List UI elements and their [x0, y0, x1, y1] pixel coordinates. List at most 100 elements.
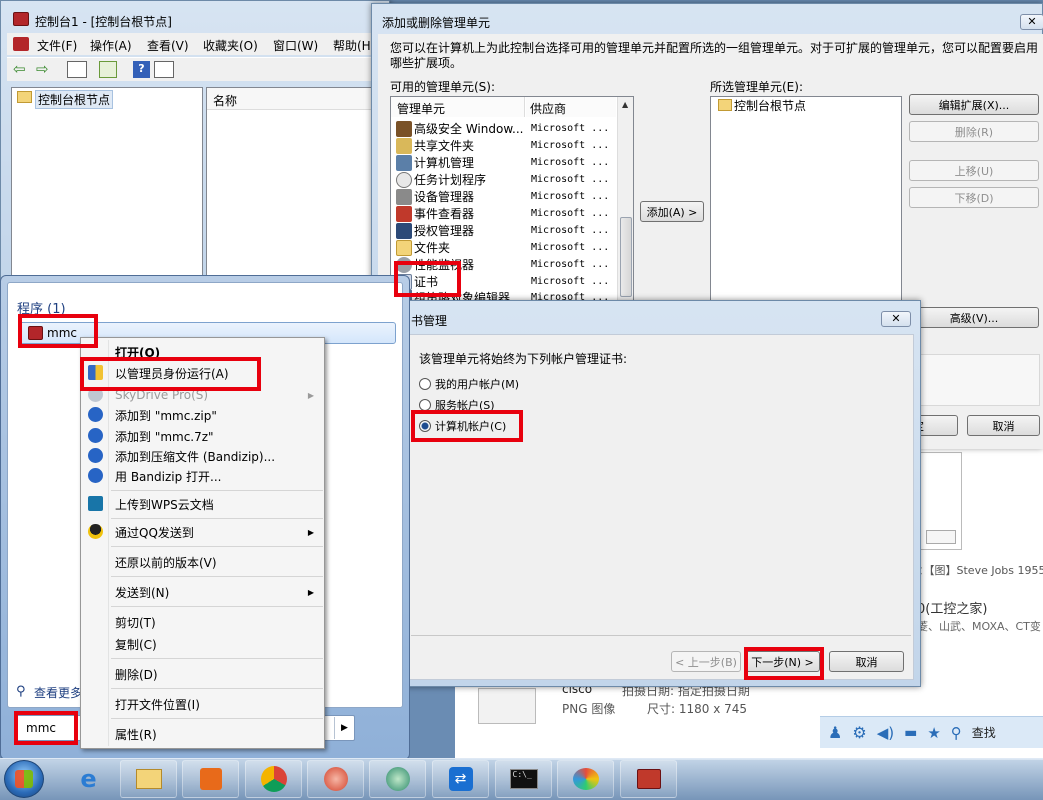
shared-folder-icon [396, 137, 412, 154]
taskbar-media[interactable] [182, 760, 239, 798]
menu-favorites[interactable]: 收藏夹(O) [203, 37, 258, 54]
menu-help[interactable]: 帮助(H) [333, 37, 375, 54]
taskbar-app-globe[interactable] [369, 760, 426, 798]
radio-circle[interactable] [419, 378, 431, 390]
teamviewer-icon: ⇄ [448, 767, 473, 791]
scroll-up-icon[interactable]: ▲ [622, 100, 628, 109]
radio-label: 计算机帐户(C) [435, 420, 507, 433]
col-header-vendor[interactable]: 供应商 [526, 97, 616, 117]
col-header-snapin[interactable]: 管理单元 [391, 97, 525, 117]
scroll-thumb[interactable] [620, 217, 632, 297]
see-more-link[interactable]: 查看更多 [34, 684, 80, 701]
taskbar-chrome[interactable] [245, 760, 302, 798]
taskbar-cmd[interactable]: C:\_ [495, 760, 552, 798]
menu-restore-previous[interactable]: 还原以前的版本(V) [81, 552, 324, 572]
menu-open-with-bandizip[interactable]: 用 Bandizip 打开... [81, 466, 324, 486]
list-header-name[interactable]: 名称 [207, 88, 391, 110]
radio-computer-account[interactable]: 计算机帐户(C) [419, 418, 506, 434]
cert-prompt: 该管理单元将始终为下列帐户管理证书: [419, 352, 628, 366]
search-icon[interactable]: ⚲ [951, 724, 962, 742]
help-icon[interactable]: ? [133, 61, 150, 78]
taskbar-app-red[interactable] [307, 760, 364, 798]
web-caption[interactable]: ：【图】Steve Jobs 1955 [918, 562, 1043, 578]
bandizip-icon [88, 448, 103, 463]
move-down-button[interactable]: 下移(D) [909, 187, 1039, 208]
menu-copy[interactable]: 复制(C) [81, 634, 324, 654]
program-item-mmc[interactable]: mmc [47, 326, 77, 340]
menu-upload-wps[interactable]: 上传到WPS云文档 [81, 494, 324, 514]
show-tree-icon[interactable] [67, 61, 87, 78]
mmc-toolbar: ⇦ ⇨ ? [7, 57, 391, 81]
snapin-row[interactable]: 共享文件夹 [396, 137, 474, 154]
menu-open-file-location[interactable]: 打开文件位置(I) [81, 694, 324, 714]
advanced-button[interactable]: 高级(V)... [909, 307, 1039, 328]
snapin-row[interactable]: 授权管理器 [396, 222, 474, 239]
globe-app-icon [385, 767, 410, 791]
file-thumbnail [478, 688, 536, 724]
folder-icon[interactable]: ▬ [904, 725, 917, 741]
cancel-button[interactable]: 取消 [967, 415, 1040, 436]
radio-circle-selected[interactable] [419, 420, 431, 432]
menu-view[interactable]: 查看(V) [147, 37, 189, 54]
qq-find-label[interactable]: 查找 [972, 724, 996, 741]
radio-circle[interactable] [419, 399, 431, 411]
volume-icon[interactable]: ◀) [877, 724, 894, 742]
taskbar-teamviewer[interactable]: ⇄ [432, 760, 489, 798]
menu-send-via-qq[interactable]: 通过QQ发送到 ▶ [81, 522, 324, 542]
menu-cut[interactable]: 剪切(T) [81, 612, 324, 632]
snapin-row[interactable]: 性能监视器 [396, 256, 474, 273]
move-up-button[interactable]: 上移(U) [909, 160, 1039, 181]
snapin-row[interactable]: 任务计划程序 [396, 171, 486, 188]
show-action-pane-icon[interactable] [154, 61, 174, 78]
snapin-row[interactable]: 计算机管理 [396, 154, 474, 171]
menu-file[interactable]: 文件(F) [37, 37, 77, 54]
star-icon[interactable]: ★ [927, 724, 940, 742]
media-player-icon [199, 768, 222, 790]
selected-root-node[interactable]: 控制台根节点 [734, 97, 806, 114]
search-input[interactable]: mmc [26, 721, 56, 735]
taskbar-ie[interactable]: e [60, 760, 117, 798]
taskbar-explorer[interactable] [120, 760, 177, 798]
menu-add-to-7z[interactable]: 添加到 "mmc.7z" [81, 426, 324, 446]
cert-cancel-button[interactable]: 取消 [829, 651, 904, 672]
add-button[interactable]: 添加(A) > [640, 201, 704, 222]
back-button[interactable]: < 上一步(B) [671, 651, 741, 672]
gongkong-link[interactable]: 0(工控之家) [917, 598, 987, 617]
search-arrow-button[interactable]: ▶ [334, 717, 354, 739]
snapin-row[interactable]: 文件夹 [396, 239, 450, 256]
menu-run-as-admin[interactable]: 以管理员身份运行(A) [81, 363, 324, 383]
menu-window[interactable]: 窗口(W) [273, 37, 318, 54]
snapin-row[interactable]: 设备管理器 [396, 188, 474, 205]
menu-add-to-archive[interactable]: 添加到压缩文件 (Bandizip)... [81, 446, 324, 466]
menu-open[interactable]: 打开(O) [81, 342, 324, 362]
cert-close-button[interactable]: ✕ [881, 311, 911, 327]
snapin-close-button[interactable]: ✕ [1020, 14, 1043, 30]
next-button[interactable]: 下一步(N) > [745, 651, 820, 672]
menu-separator [111, 518, 323, 519]
menu-action[interactable]: 操作(A) [90, 37, 132, 54]
tree-root-node[interactable]: 控制台根节点 [35, 90, 114, 109]
menu-add-to-zip[interactable]: 添加到 "mmc.zip" [81, 405, 324, 425]
taskbar-paint[interactable] [557, 760, 614, 798]
edit-extensions-button[interactable]: 编辑扩展(X)... [909, 94, 1039, 115]
snapin-row[interactable]: 高级安全 Window... [396, 120, 523, 137]
radio-service-account[interactable]: 服务帐户(S) [419, 397, 495, 413]
forward-arrow-icon[interactable]: ⇨ [36, 60, 49, 78]
remove-button[interactable]: 删除(R) [909, 121, 1039, 142]
settings-icon[interactable]: ⚙ [852, 723, 866, 742]
qq-icon[interactable]: ♟ [828, 723, 842, 742]
qq-toolbar: ♟ ⚙ ◀) ▬ ★ ⚲ 查找 [820, 716, 1043, 748]
menu-skydrive[interactable]: SkyDrive Pro(S) ▶ [81, 385, 324, 405]
bandizip-icon [88, 428, 103, 443]
radio-user-account[interactable]: 我的用户帐户(M) [419, 376, 519, 392]
export-list-icon[interactable] [99, 61, 117, 78]
back-arrow-icon[interactable]: ⇦ [13, 60, 26, 78]
menu-send-to[interactable]: 发送到(N) ▶ [81, 582, 324, 602]
menu-delete[interactable]: 删除(D) [81, 664, 324, 684]
taskbar-mmc[interactable] [620, 760, 677, 798]
snapin-row[interactable]: 事件查看器 [396, 205, 474, 222]
snapin-vendor: Microsoft ... [531, 123, 610, 134]
available-scrollbar[interactable]: ▲ [617, 97, 633, 305]
background-thumbnail-inner [926, 530, 956, 544]
menu-properties[interactable]: 属性(R) [81, 724, 324, 744]
